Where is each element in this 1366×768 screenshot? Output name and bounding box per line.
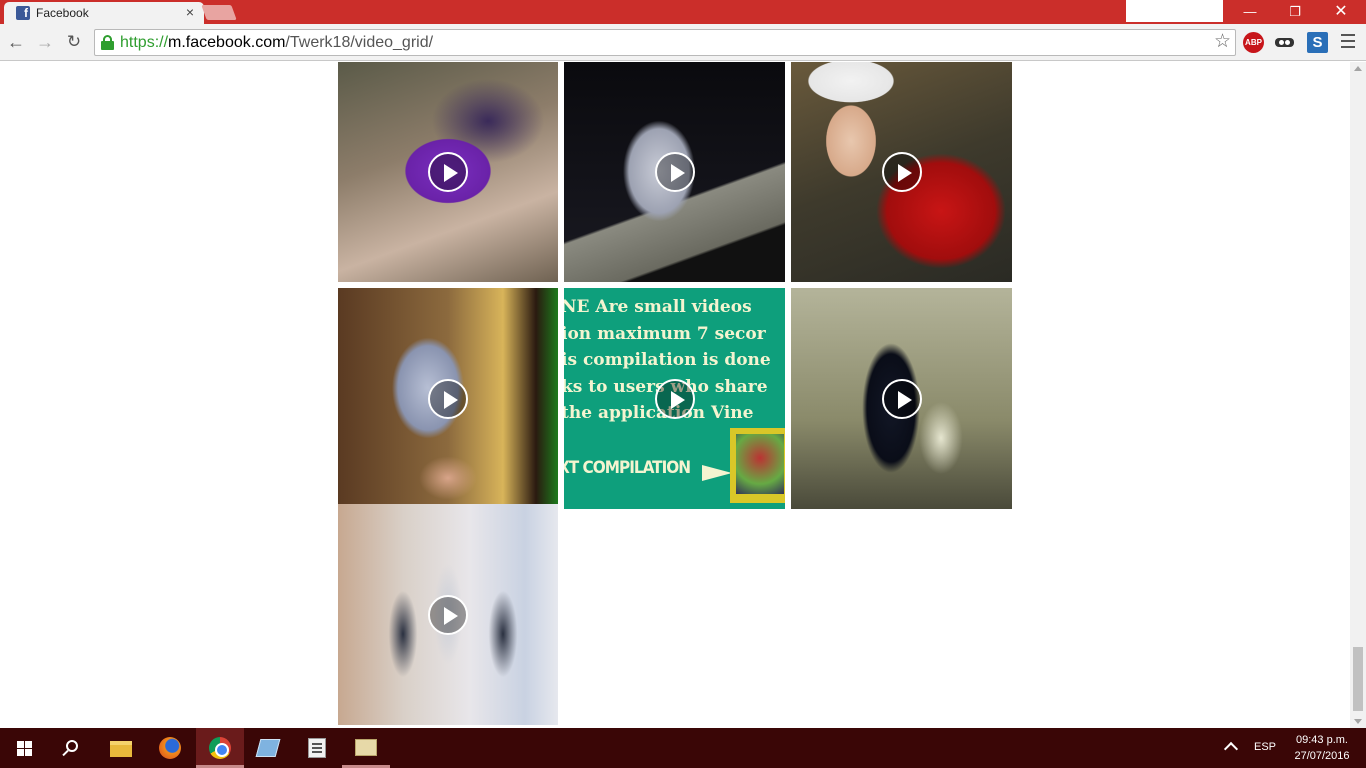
clock-date: 27/07/2016 — [1294, 750, 1350, 762]
clock-time: 09:43 p.m. — [1296, 734, 1348, 746]
play-icon[interactable] — [428, 594, 468, 635]
lock-icon[interactable] — [101, 35, 114, 50]
document-app-icon — [308, 738, 326, 758]
page-content: NE Are small videos ion maximum 7 secor … — [0, 62, 1350, 728]
close-window-button[interactable]: ✕ — [1318, 0, 1364, 24]
windows-taskbar: ESP 09:43 p.m. 27/07/2016 — [0, 728, 1366, 768]
browser-toolbar: ← → ↻ https://m.facebook.com/Twerk18/vid… — [0, 24, 1366, 61]
system-clock[interactable]: 09:43 p.m. 27/07/2016 — [1284, 732, 1360, 764]
vertical-scrollbar[interactable] — [1350, 62, 1366, 728]
video-thumbnail[interactable] — [564, 62, 785, 282]
play-icon[interactable] — [428, 378, 468, 419]
file-explorer-button[interactable] — [97, 728, 145, 768]
bookmark-star-icon[interactable]: ☆ — [1214, 32, 1231, 52]
new-tab-button[interactable] — [201, 5, 237, 20]
chrome-button[interactable] — [196, 728, 244, 768]
address-bar[interactable]: https://m.facebook.com/Twerk18/video_gri… — [94, 29, 1236, 56]
back-arrow-icon[interactable]: ← — [6, 32, 26, 52]
firefox-button[interactable] — [146, 728, 194, 768]
arrow-icon — [702, 465, 732, 481]
url-host: m.facebook.com — [168, 34, 286, 51]
video-thumbnail[interactable] — [791, 62, 1012, 282]
input-language[interactable]: ESP — [1254, 741, 1276, 753]
mail-app-icon — [355, 739, 377, 756]
hamburger-menu-icon[interactable] — [1341, 34, 1355, 50]
show-hidden-icons-chevron-icon[interactable] — [1223, 741, 1239, 757]
video-thumbnail[interactable] — [338, 62, 558, 282]
windows-logo-icon — [17, 741, 33, 756]
tab-title: Facebook — [36, 6, 89, 20]
url-path: /Twerk18/video_grid/ — [285, 34, 434, 51]
maximize-button[interactable]: ❐ — [1272, 0, 1318, 24]
reload-icon[interactable]: ↻ — [64, 32, 84, 52]
browser-tab[interactable]: f Facebook × — [4, 2, 204, 24]
video-thumbnail[interactable] — [791, 288, 1012, 509]
play-icon[interactable] — [654, 151, 695, 192]
url-text[interactable]: https://m.facebook.com/Twerk18/video_gri… — [120, 34, 433, 52]
play-icon[interactable] — [428, 151, 468, 192]
taskbar-app-button[interactable] — [342, 728, 390, 768]
adblock-plus-icon[interactable]: ABP — [1243, 32, 1264, 53]
incognito-mask-icon[interactable] — [1274, 32, 1295, 53]
profile-area[interactable] — [1126, 0, 1223, 22]
scrollbar-thumb[interactable] — [1353, 647, 1363, 711]
notebook-app-icon — [255, 739, 281, 757]
play-icon[interactable] — [654, 378, 695, 419]
sync-extension-icon[interactable]: S — [1307, 32, 1328, 53]
video-thumbnail[interactable]: NE Are small videos ion maximum 7 secor … — [564, 288, 785, 509]
taskbar-app-button[interactable] — [293, 728, 341, 768]
play-icon[interactable] — [881, 378, 922, 419]
firefox-icon — [159, 737, 181, 759]
taskbar-app-button[interactable] — [244, 728, 292, 768]
chrome-icon — [209, 737, 231, 759]
play-icon[interactable] — [881, 151, 922, 192]
forward-arrow-icon[interactable]: → — [35, 32, 55, 52]
tab-close-icon[interactable]: × — [186, 5, 194, 19]
scroll-down-arrow-icon[interactable] — [1354, 719, 1362, 724]
video-thumbnail[interactable] — [338, 288, 558, 509]
facebook-favicon-icon: f — [16, 6, 30, 20]
title-bar: f Facebook × — ❐ ✕ — [0, 0, 1366, 24]
minimize-button[interactable]: — — [1227, 0, 1273, 24]
start-button[interactable] — [0, 728, 48, 768]
video-thumbnail[interactable] — [338, 504, 558, 725]
compilation-banner: XT COMPILATION — [564, 458, 691, 478]
search-button[interactable] — [48, 728, 96, 768]
folder-icon — [110, 741, 132, 757]
thumbnail-inset — [730, 428, 785, 503]
scroll-up-arrow-icon[interactable] — [1354, 66, 1362, 71]
url-scheme: https:// — [120, 34, 169, 51]
